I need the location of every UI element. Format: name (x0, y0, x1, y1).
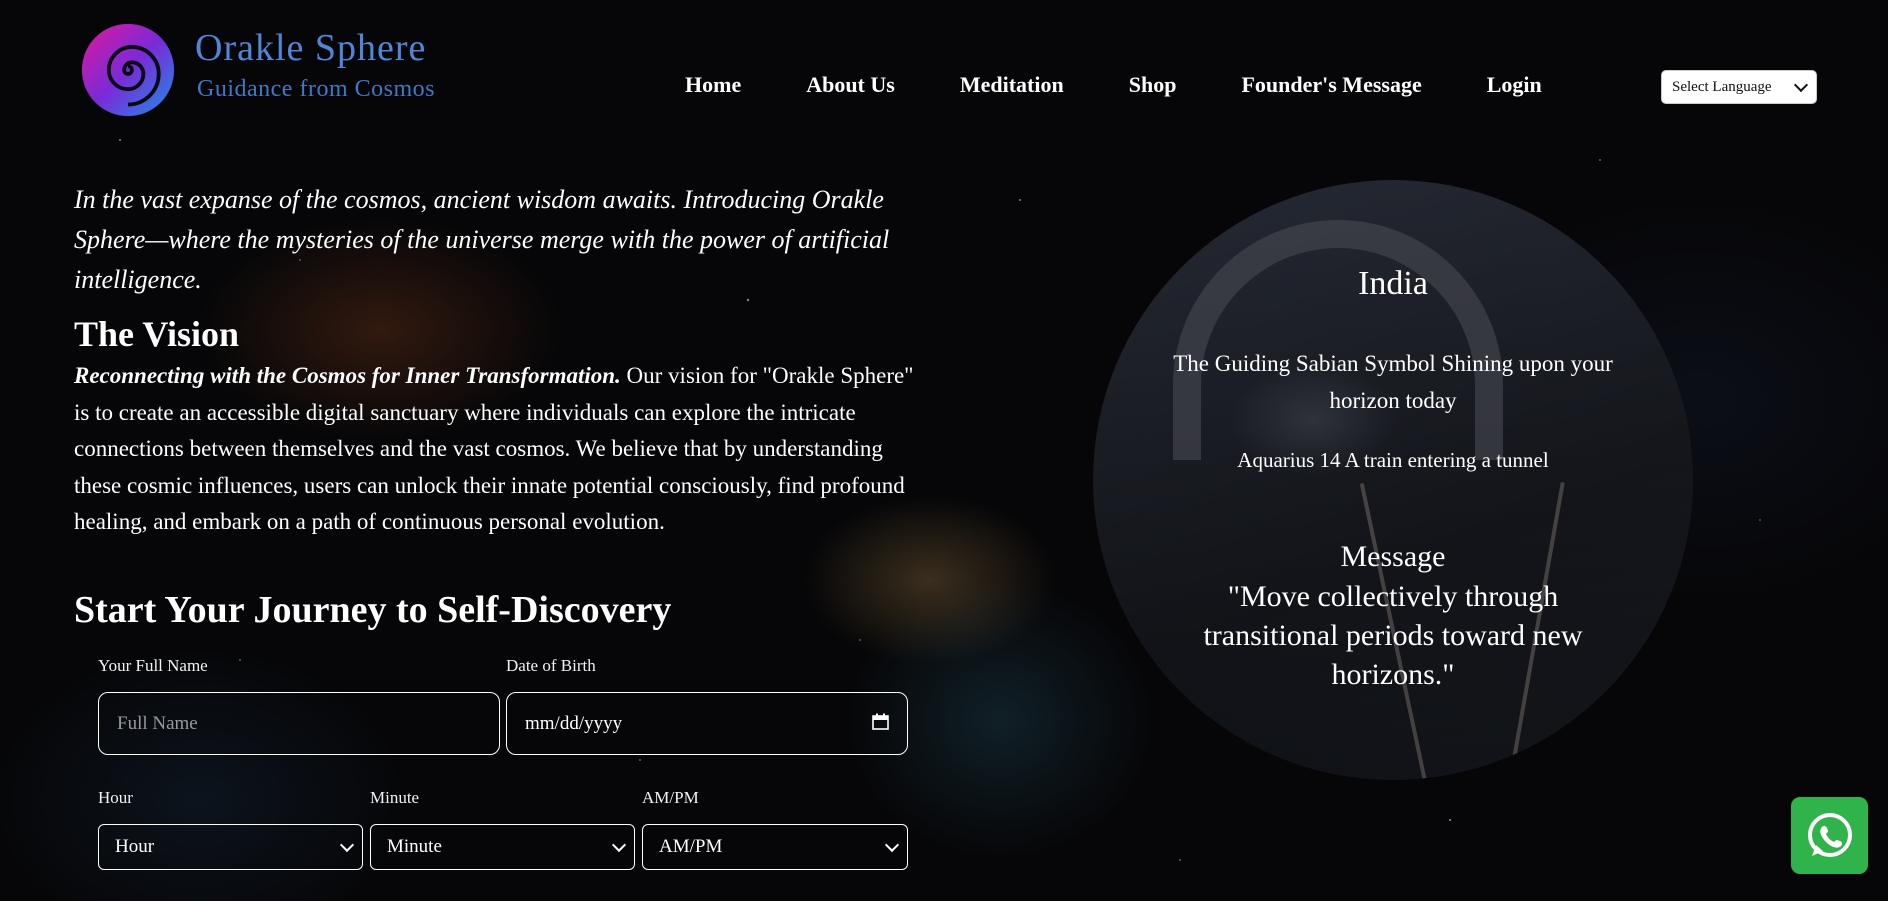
brand-title[interactable]: Orakle Sphere (195, 26, 426, 70)
nav-meditation[interactable]: Meditation (960, 72, 1064, 98)
nav-founders-message[interactable]: Founder's Message (1241, 72, 1421, 98)
ampm-select[interactable]: AM/PM (642, 824, 908, 870)
brand-subtitle: Guidance from Cosmos (197, 76, 435, 102)
calendar-icon[interactable] (872, 713, 889, 735)
chevron-down-icon (339, 837, 355, 852)
journey-heading: Start Your Journey to Self-Discovery (74, 589, 672, 631)
country-name: India (1358, 265, 1428, 302)
nav-login[interactable]: Login (1487, 72, 1542, 98)
vision-lead: Reconnecting with the Cosmos for Inner T… (74, 363, 621, 388)
chevron-down-icon (1793, 77, 1809, 92)
full-name-label: Your Full Name (98, 656, 208, 675)
dob-placeholder: mm/dd/yyyy (525, 712, 623, 734)
tunnel-arch-image (1173, 220, 1503, 460)
hour-select-value: Hour (115, 836, 155, 857)
whatsapp-button[interactable] (1791, 797, 1868, 874)
message-text: "Move collectively through transitional … (1203, 580, 1583, 691)
hour-select[interactable]: Hour (98, 824, 363, 870)
hour-label: Hour (98, 788, 133, 807)
nav-shop[interactable]: Shop (1129, 72, 1177, 98)
site-header: Orakle Sphere Guidance from Cosmos Home … (0, 0, 1888, 150)
whatsapp-icon (1807, 812, 1852, 857)
chevron-down-icon (611, 837, 627, 852)
full-name-placeholder: Full Name (117, 712, 198, 734)
vision-paragraph: Reconnecting with the Cosmos for Inner T… (74, 358, 934, 541)
nav-home[interactable]: Home (685, 72, 741, 98)
message-heading: Message (1340, 540, 1446, 573)
language-select[interactable]: Select Language (1661, 70, 1817, 104)
minute-select[interactable]: Minute (370, 824, 635, 870)
vision-body: Our vision for "Orakle Sphere" is to cre… (74, 363, 914, 534)
dob-input[interactable]: mm/dd/yyyy (506, 692, 908, 755)
ampm-label: AM/PM (642, 788, 699, 807)
language-select-value: Select Language (1672, 78, 1772, 95)
sabian-symbol: Aquarius 14 A train entering a tunnel (1237, 448, 1549, 472)
guiding-symbol-text: The Guiding Sabian Symbol Shining upon y… (1173, 351, 1613, 413)
full-name-input[interactable]: Full Name (98, 692, 500, 755)
minute-label: Minute (370, 788, 420, 807)
vision-heading: The Vision (74, 314, 240, 354)
dob-label: Date of Birth (506, 656, 596, 675)
sabian-symbol-card: India The Guiding Sabian Symbol Shining … (1093, 180, 1693, 780)
main-nav: Home About Us Meditation Shop Founder's … (685, 72, 1542, 98)
spiral-logo-icon[interactable] (80, 22, 176, 118)
minute-select-value: Minute (387, 836, 442, 857)
chevron-down-icon (884, 837, 900, 852)
intro-text: In the vast expanse of the cosmos, ancie… (74, 185, 890, 294)
ampm-select-value: AM/PM (659, 836, 723, 857)
nav-about-us[interactable]: About Us (806, 72, 895, 98)
